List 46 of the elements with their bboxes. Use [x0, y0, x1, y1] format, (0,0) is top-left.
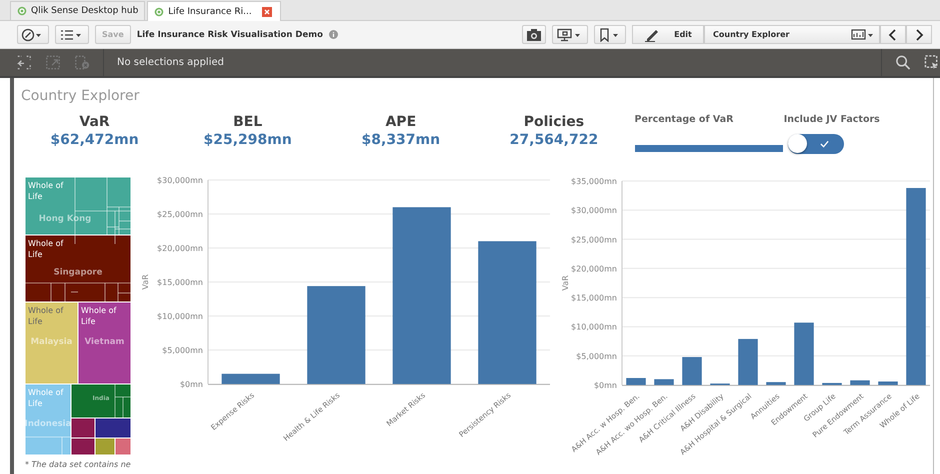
tile-label: Whole of Life [28, 239, 64, 259]
kpi-value: 27,564,722 [510, 132, 598, 148]
axis-title: VaR [141, 274, 150, 290]
axis-tick-label: $5,000mn [162, 346, 203, 355]
axis-tick-label: $10,000mn [571, 322, 617, 332]
edit-button[interactable]: Edit [632, 25, 704, 44]
tile-label: Whole of Life [81, 306, 116, 326]
browser-tab[interactable]: Life Insurance Ri... [147, 1, 281, 21]
axis-tick-label: $10,000mn [157, 312, 203, 321]
selections-status: No selections applied [117, 57, 224, 68]
kpi-value: $62,472mn [50, 132, 139, 148]
tile-label: Whole of Life [28, 181, 64, 201]
country-label: Singapore [54, 268, 102, 278]
country-label: Indonesia [25, 419, 72, 429]
kpi-label: BEL [233, 114, 262, 130]
kpi-value: $25,298mn [204, 132, 292, 148]
sheet-title: Country Explorer [20, 87, 140, 106]
axis-tick-label: $25,000mn [157, 210, 203, 219]
axis-tick-label: $30,000mn [571, 206, 617, 216]
axis-tick-label: $5,000mn [576, 352, 617, 361]
country-label: Malaysia [30, 337, 72, 347]
axis-title: VaR [561, 275, 570, 291]
kpi-label: VaR [79, 114, 110, 130]
axis-tick-label: $20,000mn [571, 264, 617, 274]
axis-tick-label: $25,000mn [571, 235, 617, 244]
footnote: * The data set contains ne [25, 460, 131, 469]
app-title: Life Insurance Risk Visualisation Demo [136, 30, 323, 40]
axis-tick-label: $20,000mn [157, 244, 203, 253]
tab-label: Qlik Sense Desktop hub [31, 6, 138, 16]
slider-label: Percentage of VaR [634, 114, 734, 125]
kpi-label: APE [385, 114, 416, 130]
axis-tick-label: $15,000mn [157, 278, 203, 287]
kpi-value: $8,337mn [362, 132, 440, 148]
axis-tick-label: $15,000mn [571, 294, 617, 303]
kpi-label: Policies [524, 114, 584, 130]
tile-label: Whole of Life [28, 306, 64, 326]
axis-tick-label: $35,000mn [571, 177, 617, 186]
axis-tick-label: $0mn [180, 380, 203, 389]
browser-tab[interactable]: Qlik Sense Desktop hub [10, 1, 146, 20]
toggle-label: Include JV Factors [784, 114, 881, 125]
tab-label: Life Insurance Ri... [168, 6, 252, 16]
tile-label: Whole of Life [28, 388, 64, 408]
axis-tick-label: $30,000mn [157, 176, 203, 185]
country-label: Vietnam [84, 337, 124, 347]
axis-tick-label: $0mn [594, 381, 617, 390]
sheet-selector[interactable]: Country Explorer [704, 25, 880, 44]
